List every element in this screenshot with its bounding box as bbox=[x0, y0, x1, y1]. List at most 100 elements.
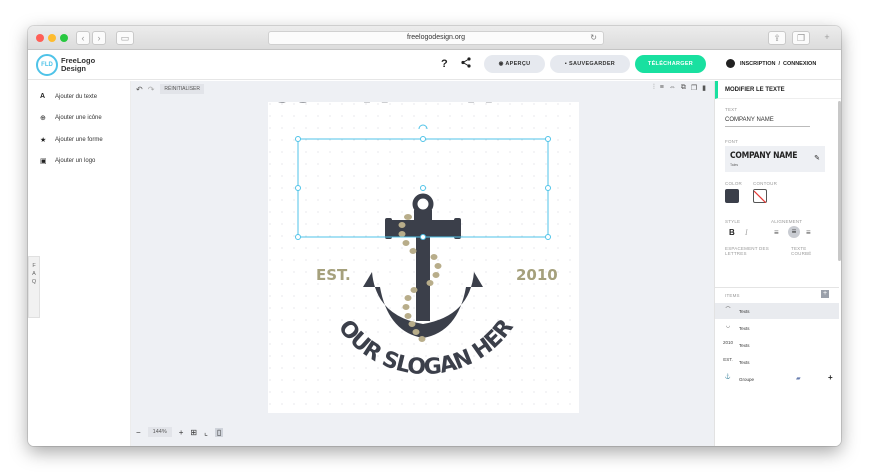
login-link[interactable]: CONNEXION bbox=[783, 61, 816, 67]
faq-letter: Q bbox=[31, 279, 37, 285]
signup-link[interactable]: INSCRIPTION bbox=[740, 61, 775, 67]
year-text[interactable]: 2010 bbox=[516, 266, 558, 284]
add-to-group-icon[interactable]: + bbox=[828, 373, 833, 382]
align-icon[interactable]: ⫶ bbox=[653, 84, 655, 92]
layer-item[interactable]: ⚓ Groupe ▰ + bbox=[715, 371, 839, 387]
align-center-icon[interactable]: ≡ bbox=[788, 226, 800, 238]
close-window-button[interactable] bbox=[36, 34, 44, 42]
logo-line-2: Design bbox=[61, 64, 87, 73]
layers-icon[interactable]: ≡ bbox=[660, 84, 664, 92]
copy-icon[interactable]: ❐ bbox=[691, 84, 697, 92]
bold-button[interactable]: B bbox=[729, 228, 735, 237]
flip-icon[interactable]: ⇔ bbox=[669, 84, 676, 92]
logo-wordmark: FreeLogo Design bbox=[61, 57, 95, 73]
url-bar[interactable]: freelogodesign.org ↻ bbox=[268, 31, 604, 45]
sidebar-item-add-icon[interactable]: ⊕ Ajouter une icône bbox=[40, 114, 102, 122]
layer-item[interactable]: ◡ Texts bbox=[715, 320, 839, 336]
layer-item[interactable]: EST. Texts bbox=[715, 354, 839, 370]
undo-icon[interactable]: ↶ bbox=[136, 85, 143, 94]
sidebar-item-add-logo[interactable]: ▣ Ajouter un logo bbox=[40, 157, 95, 165]
preview-label: APERÇU bbox=[505, 61, 531, 67]
sidebar-item-add-shape[interactable]: ★ Ajouter une forme bbox=[40, 136, 103, 144]
minimize-window-button[interactable] bbox=[48, 34, 56, 42]
grid-icon[interactable]: ⊞ bbox=[190, 428, 197, 437]
preview-button[interactable]: ◉ APERÇU bbox=[484, 55, 545, 73]
forward-icon[interactable]: › bbox=[92, 31, 106, 45]
logo-artboard[interactable]: COMPANY NAME EST. 2010 bbox=[260, 74, 579, 413]
download-button[interactable]: TÉLÉCHARGER bbox=[635, 55, 706, 73]
text-input[interactable]: COMPANY NAME bbox=[725, 117, 810, 127]
items-label: ITEMS bbox=[725, 293, 740, 298]
save-label: SAUVEGARDER bbox=[568, 61, 616, 67]
letter-spacing-label: ESPACEMENT DES LETTRES bbox=[725, 246, 769, 256]
freelogodesign-logo[interactable]: FLD FreeLogo Design bbox=[36, 54, 95, 76]
layer-label: Texts bbox=[739, 326, 750, 331]
pencil-icon[interactable]: ✎ bbox=[814, 154, 820, 162]
zoom-toolbar: − 144% + ⊞ ⌞ ▯ bbox=[136, 427, 224, 437]
sidebar-item-label: Ajouter du texte bbox=[55, 93, 98, 100]
help-icon[interactable]: ? bbox=[441, 58, 448, 70]
curve-up-icon: ⌒ bbox=[725, 307, 731, 313]
url-text: freelogodesign.org bbox=[407, 34, 465, 41]
add-item-icon[interactable]: + bbox=[821, 290, 829, 298]
new-tab-icon[interactable]: + bbox=[820, 31, 834, 45]
layer-item[interactable]: ⌒ Texts bbox=[715, 303, 839, 319]
properties-panel: MODIFIER LE TEXTE TEXT COMPANY NAME FONT… bbox=[714, 81, 841, 446]
anchor-icon: ⚓ bbox=[724, 374, 732, 380]
curved-text-label: TEXTE COURBÉ bbox=[791, 246, 812, 256]
faq-letter: F bbox=[32, 263, 36, 269]
align-left-icon[interactable]: ≡ bbox=[774, 228, 779, 237]
history-toolbar: ↶ ↷ RÉINITIALISER bbox=[136, 84, 204, 94]
logo-canvas: COMPANY NAME EST. 2010 bbox=[260, 74, 579, 413]
tabs-icon[interactable]: ❐ bbox=[792, 31, 810, 45]
sidebar-item-add-text[interactable]: A Ajouter du texte bbox=[40, 93, 97, 100]
text-icon: A bbox=[40, 93, 46, 100]
auth-separator: / bbox=[778, 60, 780, 67]
style-label: STYLE bbox=[725, 219, 741, 224]
alignment-label: ALIGNEMENT bbox=[771, 219, 803, 224]
share-icon[interactable]: ⇪ bbox=[768, 31, 786, 45]
sidebar-toggle-icon[interactable]: ▭ bbox=[116, 31, 134, 45]
italic-button[interactable]: I bbox=[745, 228, 748, 237]
zoom-in-icon[interactable]: + bbox=[179, 428, 184, 437]
layer-item[interactable]: 2010 Texts bbox=[715, 337, 839, 353]
folder-icon[interactable]: ▰ bbox=[796, 375, 801, 382]
outline-color-swatch[interactable] bbox=[753, 189, 767, 204]
guides-icon[interactable]: ▯ bbox=[214, 427, 224, 437]
duplicate-icon[interactable]: ⧉ bbox=[681, 84, 686, 92]
est-text[interactable]: EST. bbox=[316, 266, 351, 284]
redo-icon[interactable]: ↷ bbox=[148, 85, 155, 94]
back-icon[interactable]: ‹ bbox=[76, 31, 90, 45]
reset-button[interactable]: RÉINITIALISER bbox=[160, 84, 204, 94]
sidebar-item-label: Ajouter une forme bbox=[55, 137, 103, 143]
sidebar-item-label: Ajouter un logo bbox=[55, 158, 96, 164]
font-name: Tales bbox=[730, 163, 739, 167]
company-name-text[interactable]: COMPANY NAME bbox=[268, 74, 542, 110]
font-label: FONT bbox=[725, 139, 739, 144]
layer-thumbnail-year: 2010 bbox=[722, 340, 733, 345]
font-selector[interactable]: COMPANY NAME Tales ✎ bbox=[725, 146, 825, 172]
globe-icon: ⊕ bbox=[40, 115, 46, 122]
align-right-icon[interactable]: ≡ bbox=[806, 228, 811, 237]
maximize-window-button[interactable] bbox=[60, 34, 68, 42]
reload-icon[interactable]: ↻ bbox=[590, 32, 597, 44]
faq-tab[interactable]: F A Q bbox=[28, 256, 40, 318]
layer-label: Texts bbox=[739, 343, 750, 348]
app-header: FLD FreeLogo Design ? ◉ APERÇU ▪ SAUVEGA… bbox=[28, 50, 841, 80]
text-color-swatch[interactable] bbox=[725, 189, 739, 203]
sidebar-item-label: Ajouter une icône bbox=[55, 115, 102, 121]
share-network-icon[interactable] bbox=[461, 57, 471, 71]
image-icon: ▣ bbox=[40, 158, 47, 165]
zoom-out-icon[interactable]: − bbox=[136, 428, 141, 437]
star-icon: ★ bbox=[40, 137, 47, 144]
panel-scrollbar[interactable] bbox=[838, 101, 841, 261]
zoom-level[interactable]: 144% bbox=[147, 427, 172, 437]
ruler-icon[interactable]: ⌞ bbox=[204, 428, 208, 437]
save-button[interactable]: ▪ SAUVEGARDER bbox=[550, 55, 630, 73]
trash-icon[interactable]: ▮ bbox=[702, 84, 706, 92]
outline-label: CONTOUR bbox=[753, 181, 778, 186]
auth-links: INSCRIPTION / CONNEXION bbox=[726, 59, 816, 68]
color-label: COLOR bbox=[725, 181, 743, 186]
layer-thumbnail-est: EST. bbox=[723, 357, 733, 362]
layer-label: Texts bbox=[739, 309, 750, 314]
